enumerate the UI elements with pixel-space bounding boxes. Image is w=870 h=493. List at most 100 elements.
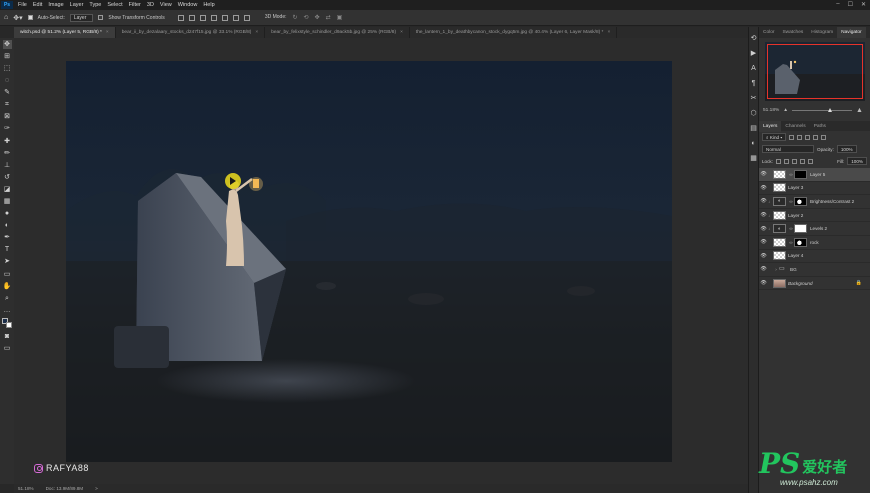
layer-row[interactable]: 👁 ∞ Layer 5 — [759, 168, 870, 182]
layer-row[interactable]: 👁 ∞ rock — [759, 236, 870, 250]
history-icon[interactable]: ⟲ — [751, 35, 757, 42]
dodge-icon[interactable]: ◐ — [3, 221, 12, 230]
align-left-icon[interactable] — [177, 14, 184, 21]
document-canvas[interactable] — [66, 61, 672, 462]
more-icon[interactable]: … — [3, 306, 12, 315]
3d-cube-icon[interactable]: ⬡ — [750, 110, 756, 117]
lock-transparent-icon[interactable] — [775, 158, 781, 164]
eraser-icon[interactable]: ◪ — [3, 185, 12, 194]
lock-all-icon[interactable] — [807, 158, 813, 164]
layer-row[interactable]: 👁 ↓ ◐ ∞ Levels 2 — [759, 222, 870, 236]
visibility-eye-icon[interactable]: 👁 — [759, 280, 768, 286]
lock-artboard-icon[interactable] — [799, 158, 805, 164]
visibility-eye-icon[interactable]: 👁 — [759, 239, 768, 245]
styles-icon[interactable]: ▦ — [750, 155, 757, 162]
layer-mask-thumbnail[interactable] — [794, 237, 807, 247]
layer-name[interactable]: Brightness/Contrast 2 — [810, 199, 854, 204]
zoom-icon[interactable]: ⌕ — [3, 294, 12, 303]
3d-scale-icon[interactable]: ▣ — [337, 14, 343, 21]
minimize-icon[interactable]: – — [836, 1, 839, 8]
history-brush-icon[interactable]: ↺ — [3, 173, 12, 182]
visibility-eye-icon[interactable]: 👁 — [759, 198, 768, 204]
menu-image[interactable]: Image — [45, 2, 66, 8]
tools-settings-icon[interactable]: ✂ — [751, 95, 757, 102]
hand-icon[interactable]: ✋ — [3, 282, 12, 291]
close-tab-icon[interactable]: × — [400, 30, 403, 35]
menu-3d[interactable]: 3D — [144, 2, 157, 8]
visibility-eye-icon[interactable]: 👁 — [759, 266, 768, 272]
blur-icon[interactable]: ● — [3, 209, 12, 218]
shape-icon[interactable]: ▭ — [3, 270, 12, 279]
zoom-level[interactable]: 51.18% — [18, 486, 34, 491]
layer-thumbnail[interactable] — [773, 210, 786, 220]
filter-pixel-icon[interactable] — [789, 134, 795, 140]
menu-help[interactable]: Help — [200, 2, 217, 8]
close-icon[interactable]: ✕ — [861, 1, 866, 8]
canvas-area[interactable]: RAFYA88 — [14, 38, 748, 484]
layer-row[interactable]: 👁 Layer 3 — [759, 182, 870, 196]
blend-mode-dropdown[interactable]: Normal — [762, 145, 814, 153]
menu-file[interactable]: File — [15, 2, 30, 8]
layer-thumbnail[interactable] — [773, 278, 786, 288]
filter-type-icon[interactable] — [805, 134, 811, 140]
auto-select-checkbox[interactable] — [27, 15, 33, 20]
close-tab-icon[interactable]: × — [106, 30, 109, 35]
layer-mask-thumbnail[interactable] — [794, 169, 807, 179]
zoom-slider-knob[interactable] — [828, 108, 833, 112]
layer-thumbnail[interactable] — [773, 183, 786, 193]
distribute-icon[interactable] — [243, 14, 250, 21]
layer-thumbnail[interactable] — [773, 251, 786, 261]
maximize-icon[interactable]: ☐ — [848, 1, 853, 8]
layer-name[interactable]: Levels 2 — [810, 226, 827, 231]
layer-kind-filter[interactable]: ⌕ Kind ▾ — [762, 133, 787, 141]
menu-edit[interactable]: Edit — [30, 2, 45, 8]
visibility-eye-icon[interactable]: 👁 — [759, 212, 768, 218]
3d-rotate-icon[interactable]: ↻ — [293, 14, 298, 21]
artboard-icon[interactable]: ⊞ — [3, 52, 12, 61]
status-menu-arrow[interactable]: > — [95, 486, 98, 491]
character-icon[interactable]: A — [751, 65, 756, 72]
auto-select-target-dropdown[interactable]: Layer — [69, 13, 94, 22]
3d-slide-icon[interactable]: ⇄ — [326, 14, 331, 21]
layer-mask-thumbnail[interactable] — [794, 196, 807, 206]
filter-smart-icon[interactable] — [821, 134, 827, 140]
visibility-eye-icon[interactable]: 👁 — [759, 185, 768, 191]
opacity-field[interactable]: 100% — [836, 145, 857, 153]
eyedropper-icon[interactable]: ✑ — [3, 125, 12, 134]
home-icon[interactable]: ⌂ — [4, 14, 8, 21]
tab-witch[interactable]: witch.psd @ 51.2% (Layer 5, RGB/8) * × — [14, 27, 116, 38]
tab-swatches[interactable]: Swatches — [778, 27, 807, 38]
quick-mask-icon[interactable]: ◙ — [3, 332, 12, 341]
tab-histogram[interactable]: Histogram — [807, 27, 837, 38]
move-icon[interactable]: ✥ — [2, 40, 12, 49]
layer-name[interactable]: Layer 5 — [810, 172, 825, 177]
layer-name[interactable]: Layer 3 — [788, 185, 803, 190]
visibility-eye-icon[interactable]: 👁 — [759, 226, 768, 232]
menu-view[interactable]: View — [157, 2, 175, 8]
tab-channels[interactable]: Channels — [781, 121, 809, 132]
paragraph-icon[interactable]: ¶ — [752, 80, 756, 87]
layer-row[interactable]: 👁 › ▭ BG — [759, 263, 870, 277]
adjustment-icon[interactable]: ◐ — [773, 224, 786, 234]
filter-shape-icon[interactable] — [813, 134, 819, 140]
menu-select[interactable]: Select — [104, 2, 125, 8]
navigator-zoom-slider[interactable] — [792, 108, 853, 112]
3d-roll-icon[interactable]: ⟲ — [304, 14, 309, 21]
type-icon[interactable]: T — [3, 246, 12, 255]
align-middle-icon[interactable] — [221, 14, 228, 21]
layer-thumbnail[interactable] — [773, 169, 786, 179]
close-tab-icon[interactable]: × — [607, 30, 610, 35]
tab-paths[interactable]: Paths — [810, 121, 830, 132]
stamp-icon[interactable]: ⊥ — [3, 161, 12, 170]
layer-name[interactable]: BG — [790, 267, 797, 272]
zoom-in-icon[interactable]: ▲ — [856, 107, 863, 114]
tab-navigator[interactable]: Navigator — [837, 27, 866, 38]
align-bottom-icon[interactable] — [232, 14, 239, 21]
3d-pan-icon[interactable]: ✥ — [315, 14, 320, 21]
color-swatches[interactable] — [2, 318, 12, 329]
visibility-eye-icon[interactable]: 👁 — [759, 253, 768, 259]
close-tab-icon[interactable]: × — [255, 30, 258, 35]
background-color-swatch[interactable] — [6, 322, 12, 329]
tab-layers[interactable]: Layers — [759, 120, 782, 132]
align-right-icon[interactable] — [199, 14, 206, 21]
